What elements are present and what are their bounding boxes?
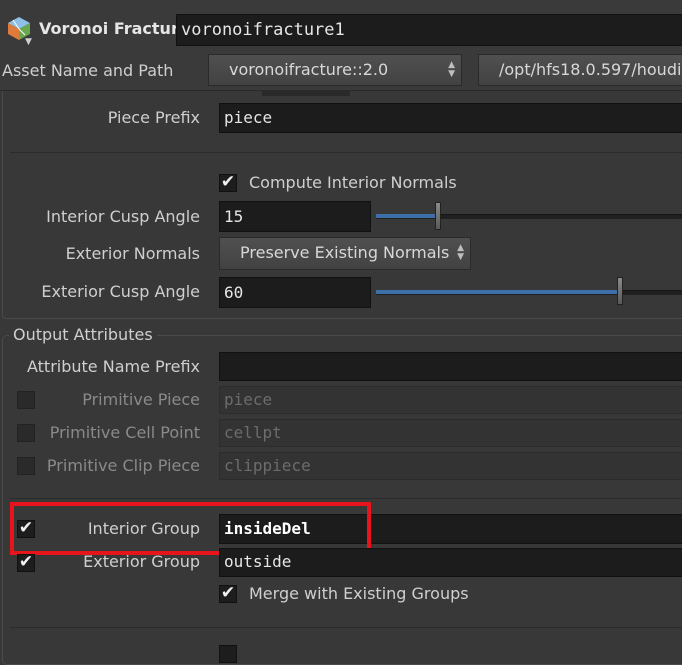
interior-cusp-angle-label: Interior Cusp Angle <box>46 207 200 226</box>
node-name-field[interactable]: voronoifracture1 <box>176 14 682 46</box>
primitive-clip-piece-label: Primitive Clip Piece <box>46 456 200 475</box>
separator <box>10 498 682 499</box>
node-type-label: Voronoi Fracture <box>39 19 190 38</box>
exterior-normals-menu[interactable]: Preserve Existing Normals ▲ ▼ <box>219 237 471 270</box>
output-attributes-panel <box>2 335 682 665</box>
primitive-cell-point-label: Primitive Cell Point <box>49 423 200 442</box>
primitive-clip-piece-field: clippiece <box>219 452 682 480</box>
separator <box>10 152 682 153</box>
primitive-clip-piece-checkbox[interactable] <box>17 457 35 475</box>
asset-name-value: voronoifracture::2.0 <box>229 60 389 79</box>
exterior-group-label: Exterior Group <box>83 552 200 571</box>
asset-name-label: Asset Name and Path <box>2 61 174 80</box>
piece-prefix-label: Piece Prefix <box>107 108 200 127</box>
primitive-piece-label: Primitive Piece <box>82 390 200 409</box>
primitive-piece-field: piece <box>219 386 682 414</box>
asset-path-field[interactable]: /opt/hfs18.0.597/houdini <box>478 54 682 86</box>
attribute-name-prefix-field[interactable] <box>219 352 682 381</box>
exterior-cusp-angle-field[interactable]: 60 <box>219 277 371 308</box>
interior-cusp-angle-field[interactable]: 15 <box>219 201 371 232</box>
compute-interior-normals-label: Compute Interior Normals <box>249 173 457 192</box>
separator <box>10 627 682 628</box>
exterior-group-checkbox[interactable]: ✔ <box>17 554 35 572</box>
exterior-group-field[interactable]: outside <box>219 548 682 577</box>
output-attributes-title: Output Attributes <box>9 325 157 344</box>
attribute-name-prefix-label: Attribute Name Prefix <box>26 357 200 376</box>
asset-path-value: /opt/hfs18.0.597/houdini <box>499 60 682 79</box>
exterior-cusp-slider-handle[interactable] <box>617 277 623 305</box>
updown-arrows-icon: ▲ ▼ <box>457 243 464 262</box>
exterior-normals-value: Preserve Existing Normals <box>240 243 450 262</box>
primitive-piece-checkbox[interactable] <box>17 391 35 409</box>
merge-existing-groups-label: Merge with Existing Groups <box>249 584 469 603</box>
chevron-down-icon[interactable]: ▼ <box>25 37 32 47</box>
updown-arrows-icon: ▲ ▼ <box>448 60 455 79</box>
exterior-normals-label: Exterior Normals <box>65 244 200 263</box>
interior-cusp-slider-handle[interactable] <box>435 202 441 230</box>
compute-interior-normals-checkbox[interactable]: ✔ <box>219 174 237 192</box>
next-checkbox-partial[interactable] <box>219 645 237 663</box>
interior-cusp-slider-fill <box>376 214 438 218</box>
primitive-cell-point-field: cellpt <box>219 419 682 447</box>
merge-existing-groups-checkbox[interactable]: ✔ <box>219 585 237 603</box>
exterior-cusp-slider-fill <box>376 290 621 294</box>
asset-name-menu[interactable]: voronoifracture::2.0 ▲ ▼ <box>208 54 462 86</box>
primitive-cell-point-checkbox[interactable] <box>17 424 35 442</box>
collapsed-widget-stub <box>262 91 350 96</box>
piece-prefix-field[interactable]: piece <box>219 103 682 133</box>
exterior-cusp-angle-label: Exterior Cusp Angle <box>41 282 200 301</box>
